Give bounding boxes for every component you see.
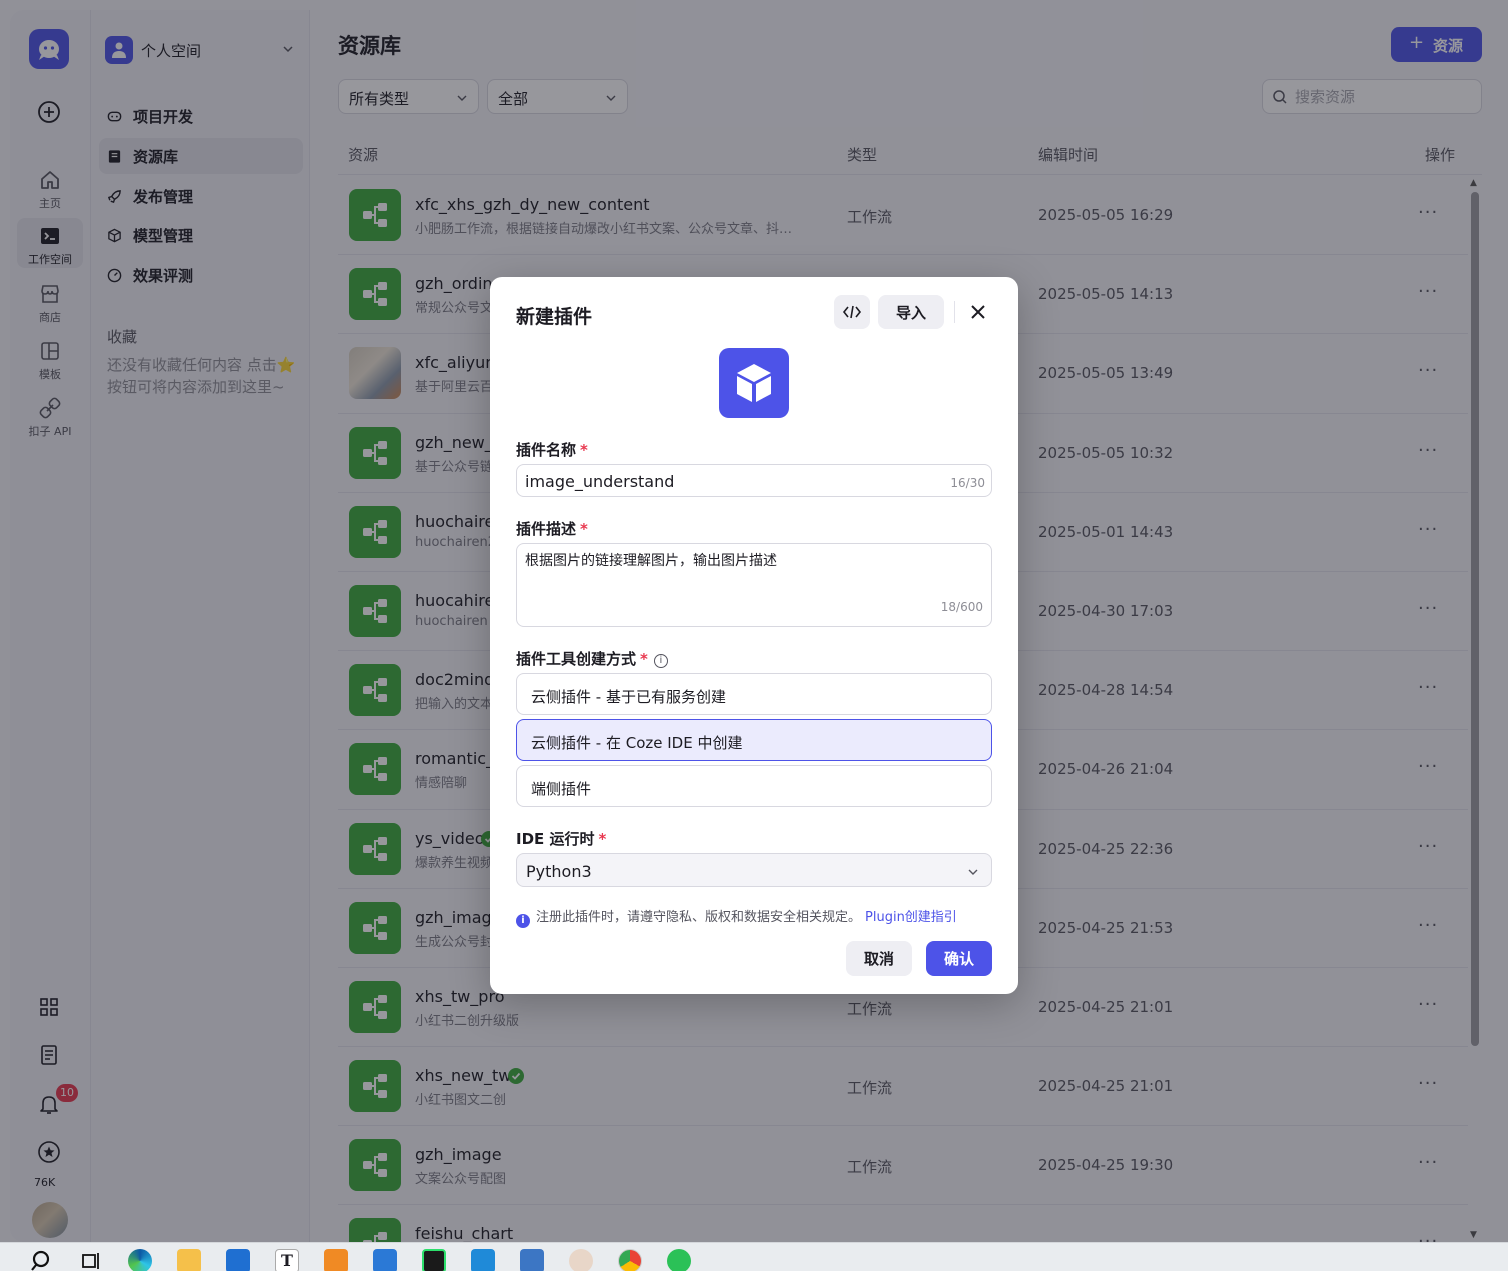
name-field: 16/30: [516, 464, 992, 497]
image-viewer-icon[interactable]: [520, 1249, 544, 1271]
info-filled-icon: i: [516, 914, 530, 928]
plugin-guide-link[interactable]: Plugin创建指引: [865, 910, 957, 925]
code-import-button[interactable]: [834, 295, 870, 329]
close-button[interactable]: [966, 300, 990, 324]
diagram-app-icon[interactable]: [324, 1249, 348, 1271]
mail-icon[interactable]: [373, 1249, 397, 1271]
runtime-field-label: IDE 运行时 *: [516, 830, 607, 848]
name-char-count: 16/30: [950, 476, 985, 490]
edge-browser-icon[interactable]: [128, 1249, 152, 1271]
method-field-label: 插件工具创建方式 * i: [516, 648, 668, 669]
dialog-title: 新建插件: [516, 306, 593, 328]
name-field-label: 插件名称 *: [516, 441, 588, 459]
confirm-button[interactable]: 确认: [926, 941, 992, 976]
chrome-icon[interactable]: [618, 1249, 642, 1271]
chevron-down-icon: [968, 869, 978, 875]
plugin-cube-icon: [737, 364, 771, 402]
os-taskbar: T: [0, 1242, 1508, 1271]
option-local-plugin[interactable]: 端侧插件: [516, 765, 992, 807]
close-icon: [971, 305, 985, 319]
search-icon[interactable]: [30, 1249, 54, 1271]
pycharm-icon[interactable]: [422, 1249, 446, 1271]
avatar-app-icon[interactable]: [569, 1249, 593, 1271]
runtime-select[interactable]: Python3: [516, 853, 992, 887]
new-plugin-dialog: 新建插件 导入 插件名称* 16/30 插件描述* 根据图片的链接理解图片，输出…: [490, 277, 1018, 994]
code-icon: [842, 305, 862, 319]
plugin-name-input[interactable]: [525, 470, 935, 492]
typora-icon[interactable]: T: [275, 1249, 299, 1271]
plugin-desc-textarea[interactable]: 根据图片的链接理解图片，输出图片描述: [525, 551, 980, 601]
info-icon[interactable]: i: [653, 654, 668, 668]
header-divider: [954, 301, 955, 323]
desc-field-label: 插件描述 *: [516, 520, 588, 538]
desc-field: 根据图片的链接理解图片，输出图片描述 18/600: [516, 543, 992, 627]
wechat-icon[interactable]: [667, 1249, 691, 1271]
compliance-notice: i 注册此插件时，请遵守隐私、版权和数据安全相关规定。 Plugin创建指引: [516, 906, 957, 928]
cancel-button[interactable]: 取消: [846, 941, 912, 976]
desc-char-count: 18/600: [940, 600, 983, 614]
vscode-icon[interactable]: [471, 1249, 495, 1271]
option-cloud-coze-ide[interactable]: 云侧插件 - 在 Coze IDE 中创建: [516, 719, 992, 761]
import-button[interactable]: 导入: [878, 295, 944, 329]
option-cloud-existing-service[interactable]: 云侧插件 - 基于已有服务创建: [516, 673, 992, 715]
task-view-icon[interactable]: [79, 1249, 103, 1271]
plugin-avatar[interactable]: [719, 348, 789, 418]
file-explorer-icon[interactable]: [177, 1249, 201, 1271]
store-app-icon[interactable]: [226, 1249, 250, 1271]
